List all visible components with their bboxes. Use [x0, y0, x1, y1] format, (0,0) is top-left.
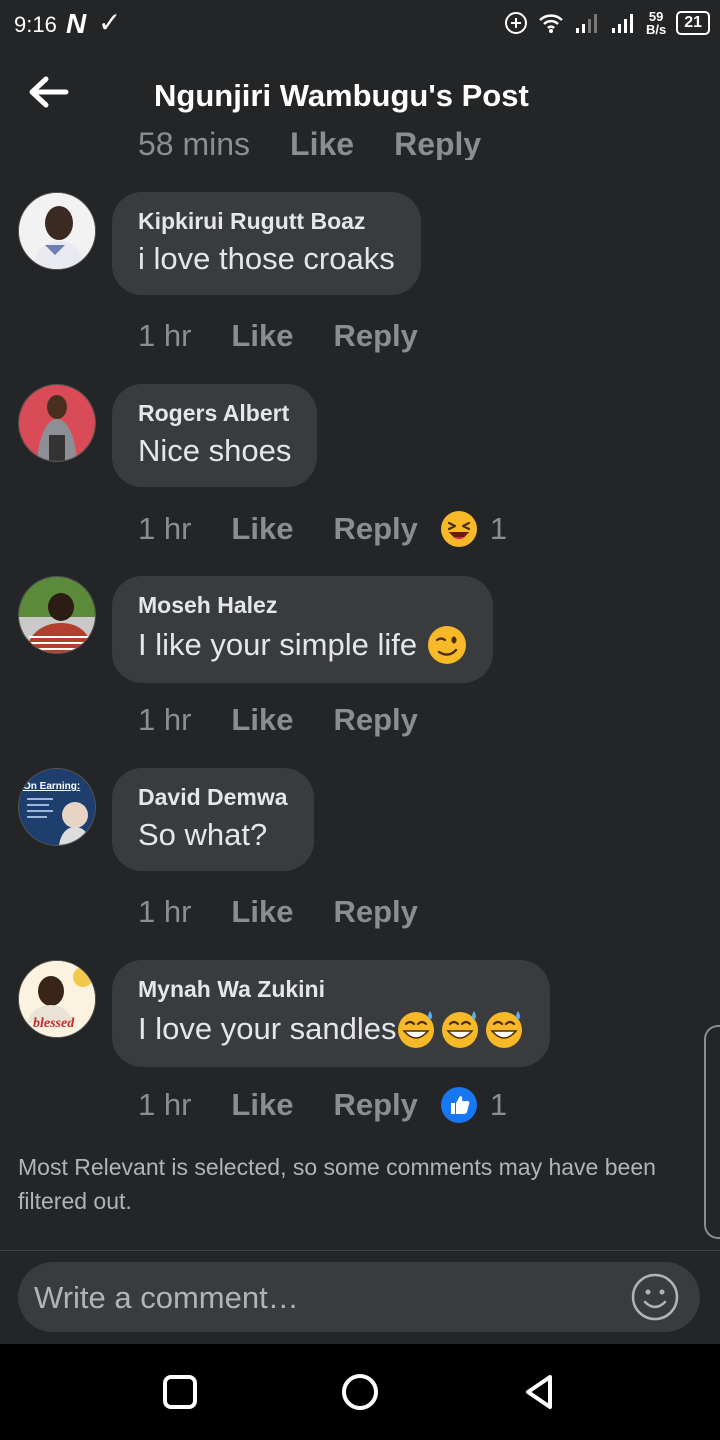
comment-input[interactable]	[32, 1272, 616, 1324]
comment-time: 1 hr	[138, 1087, 192, 1122]
back-triangle-icon[interactable]	[520, 1372, 560, 1412]
avatar[interactable]	[18, 384, 96, 462]
page-title: Ngunjiri Wambugu's Post	[154, 78, 529, 113]
comment-author[interactable]: Rogers Albert	[138, 400, 291, 427]
comment-bubble: Rogers Albert Nice shoes	[112, 384, 318, 487]
divider	[0, 1250, 720, 1251]
comment-time: 1 hr	[138, 894, 192, 929]
reply-button[interactable]: Reply	[333, 318, 417, 354]
reaction-count: 1	[489, 1087, 508, 1122]
comment-composer	[18, 1262, 700, 1332]
like-button[interactable]: Like	[290, 126, 354, 160]
comment-text: I love your sandles	[138, 1009, 524, 1049]
comment-text: i love those croaks	[138, 241, 395, 276]
comment-text: I like your simple life	[138, 625, 467, 665]
reply-button[interactable]: Reply	[333, 702, 417, 738]
comment-bubble: Moseh Halez I like your simple life	[112, 576, 494, 683]
comment-author[interactable]: Mynah Wa Zukini	[138, 976, 524, 1003]
comment-meta: 1 hr Like Reply	[138, 894, 440, 930]
comment-author[interactable]: David Demwa	[138, 784, 288, 811]
recents-square-icon[interactable]	[160, 1372, 200, 1412]
reply-button[interactable]: Reply	[394, 126, 481, 160]
comment-time: 58 mins	[138, 126, 251, 160]
signal-2-icon	[611, 14, 633, 33]
comment-text: Nice shoes	[138, 433, 292, 468]
avatar-text: On Earning:	[23, 781, 80, 792]
like-button[interactable]: Like	[231, 1087, 293, 1123]
reply-button[interactable]: Reply	[333, 511, 417, 547]
system-navigation-bar	[0, 1344, 720, 1440]
avatar-text: blessed	[33, 1016, 75, 1031]
status-right: 59 B/s 21	[504, 10, 710, 36]
check-notification-icon: ✓	[98, 7, 122, 38]
grinning-sweat-emoji-icon	[396, 1009, 524, 1049]
previous-comment-meta: 58 mins Like Reply	[138, 120, 538, 160]
comment-author[interactable]: Moseh Halez	[138, 592, 467, 619]
comment-author[interactable]: Kipkirui Rugutt Boaz	[138, 208, 395, 235]
like-button[interactable]: Like	[231, 702, 293, 738]
thumbs-up-icon	[440, 1087, 477, 1123]
add-circle-icon	[504, 12, 527, 34]
comment-time: 1 hr	[138, 318, 192, 353]
filter-notice: Most Relevant is selected, so some comme…	[18, 1154, 656, 1214]
avatar[interactable]: On Earning:	[18, 768, 96, 846]
avatar[interactable]	[18, 576, 96, 654]
reaction-summary[interactable]: 1	[440, 510, 507, 548]
laughing-emoji-icon	[440, 511, 477, 547]
signal-1-icon	[575, 14, 597, 33]
avatar[interactable]: blessed	[18, 960, 96, 1038]
like-button[interactable]: Like	[231, 318, 293, 354]
comment-bubble: David Demwa So what?	[112, 768, 314, 871]
comment-text: So what?	[138, 817, 268, 852]
comment-meta: 1 hr Like Reply 1	[138, 1086, 507, 1124]
status-bar: 9:16 N ✓ 59 B/s 21	[0, 0, 720, 50]
comment-time: 1 hr	[138, 702, 192, 737]
comment-meta: 1 hr Like Reply 1	[138, 510, 507, 548]
comment-bubble: Kipkirui Rugutt Boaz i love those croaks	[112, 192, 421, 295]
comment-meta: 1 hr Like Reply	[138, 702, 440, 738]
reaction-count: 1	[489, 511, 508, 546]
like-button[interactable]: Like	[231, 511, 293, 547]
avatar[interactable]	[18, 192, 96, 270]
network-speed: 59 B/s	[645, 9, 667, 37]
scrollbar-thumb[interactable]	[704, 1025, 720, 1239]
comment-meta: 1 hr Like Reply	[138, 318, 440, 354]
like-button[interactable]: Like	[231, 894, 293, 930]
comment-time: 1 hr	[138, 511, 192, 546]
reaction-summary[interactable]: 1	[440, 1086, 507, 1124]
back-arrow-icon[interactable]	[26, 72, 70, 112]
battery-icon: 21	[676, 11, 710, 35]
status-time: 9:16	[14, 12, 57, 37]
reply-button[interactable]: Reply	[333, 1087, 417, 1123]
winking-emoji-icon	[428, 626, 467, 664]
reply-button[interactable]: Reply	[333, 894, 417, 930]
emoji-picker-icon[interactable]	[630, 1272, 680, 1322]
home-circle-icon[interactable]	[340, 1372, 380, 1412]
wifi-icon	[539, 14, 563, 33]
comment-bubble: Mynah Wa Zukini I love your sandles	[112, 960, 551, 1067]
netflix-notification-icon: N	[66, 8, 87, 39]
